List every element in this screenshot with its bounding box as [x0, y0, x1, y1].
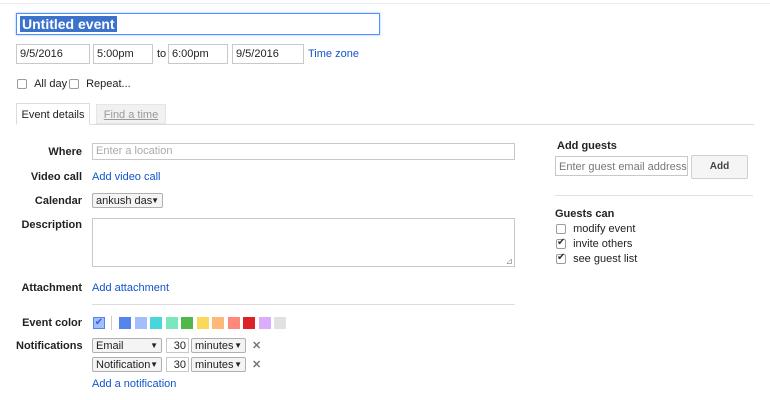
repeat-row[interactable]: Repeat...: [69, 78, 131, 90]
start-date-input[interactable]: 9/5/2016: [16, 44, 90, 64]
video-call-label: Video call: [30, 171, 82, 183]
permission-label: modify event: [573, 223, 636, 236]
all-day-row[interactable]: All day: [17, 78, 67, 90]
notification-amount-input[interactable]: 30: [166, 357, 189, 372]
calendar-select[interactable]: ankush das ▼: [92, 193, 163, 208]
guests-divider: [555, 195, 753, 196]
add-video-call-link[interactable]: Add video call: [92, 171, 161, 183]
calendar-label: Calendar: [34, 195, 82, 207]
guest-email-input[interactable]: Enter guest email addresses: [555, 156, 688, 176]
section-divider: [92, 304, 515, 305]
event-title-input[interactable]: Untitled event: [16, 13, 380, 35]
color-swatch[interactable]: [196, 317, 209, 329]
notification-type-select[interactable]: Notification ▼: [92, 357, 162, 372]
attachment-label: Attachment: [21, 282, 82, 294]
repeat-checkbox[interactable]: [69, 79, 79, 90]
notification-unit-select[interactable]: minutes ▼: [191, 357, 246, 372]
description-label: Description: [21, 219, 82, 231]
resize-handle-icon[interactable]: ⊿: [505, 256, 513, 267]
top-divider: [0, 3, 770, 4]
notification-amount-input[interactable]: 30: [166, 338, 189, 353]
color-swatch-selected[interactable]: ✔: [93, 317, 105, 329]
event-title-text: Untitled event: [20, 16, 117, 32]
color-swatch[interactable]: [134, 317, 147, 329]
end-time-input[interactable]: 6:00pm: [168, 44, 228, 64]
add-guest-button[interactable]: Add: [691, 155, 748, 179]
color-swatch[interactable]: [243, 317, 255, 329]
all-day-label: All day: [34, 78, 68, 91]
notification-type-value: Notification: [96, 359, 151, 371]
permission-label: invite others: [573, 238, 633, 251]
notification-unit-value: minutes: [195, 340, 234, 352]
color-swatch[interactable]: [150, 317, 162, 329]
remove-notification-icon[interactable]: ✕: [252, 339, 261, 352]
permission-checkbox[interactable]: [556, 252, 566, 265]
tab-find-a-time[interactable]: Find a time: [96, 104, 166, 124]
color-swatch[interactable]: [227, 317, 240, 329]
tab-event-details[interactable]: Event details: [16, 103, 90, 125]
where-label: Where: [48, 146, 82, 158]
repeat-label: Repeat...: [86, 78, 131, 91]
color-swatch[interactable]: [258, 317, 271, 329]
permission-checkbox[interactable]: [556, 237, 566, 250]
timezone-link[interactable]: Time zone: [308, 48, 359, 60]
notification-unit-select[interactable]: minutes ▼: [191, 338, 246, 353]
chevron-down-icon: ▼: [234, 341, 242, 350]
color-swatch[interactable]: [181, 317, 193, 329]
chevron-down-icon: ▼: [150, 360, 158, 369]
permission-invite-others[interactable]: invite others: [556, 237, 633, 251]
chevron-down-icon: ▼: [151, 196, 159, 205]
notifications-label: Notifications: [16, 340, 83, 352]
chevron-down-icon: ▼: [150, 341, 158, 350]
permission-see-guest-list[interactable]: see guest list: [556, 252, 638, 266]
chevron-down-icon: ▼: [234, 360, 242, 369]
calendar-select-value: ankush das: [96, 195, 153, 207]
event-color-label: Event color: [22, 317, 82, 329]
add-notification-link[interactable]: Add a notification: [92, 378, 176, 390]
permission-checkbox[interactable]: [556, 224, 566, 235]
end-date-input[interactable]: 9/5/2016: [232, 44, 304, 64]
description-textarea[interactable]: ⊿: [92, 218, 515, 267]
color-swatch[interactable]: [212, 317, 224, 329]
permission-modify-event[interactable]: modify event: [556, 223, 635, 235]
remove-notification-icon[interactable]: ✕: [252, 358, 261, 371]
color-swatch[interactable]: [274, 317, 286, 329]
all-day-checkbox[interactable]: [17, 79, 27, 90]
color-separator: [111, 316, 112, 330]
start-time-input[interactable]: 5:00pm: [93, 44, 153, 64]
color-swatch[interactable]: [119, 317, 131, 329]
permission-label: see guest list: [573, 253, 638, 266]
color-swatch[interactable]: [165, 317, 178, 329]
where-input[interactable]: Enter a location: [92, 143, 515, 160]
notification-type-value: Email: [96, 340, 124, 352]
notification-unit-value: minutes: [195, 359, 234, 371]
notification-type-select[interactable]: Email ▼: [92, 338, 162, 353]
guests-can-heading: Guests can: [555, 208, 615, 220]
add-attachment-link[interactable]: Add attachment: [92, 282, 169, 294]
add-guests-heading: Add guests: [557, 140, 617, 152]
to-label: to: [157, 48, 167, 60]
